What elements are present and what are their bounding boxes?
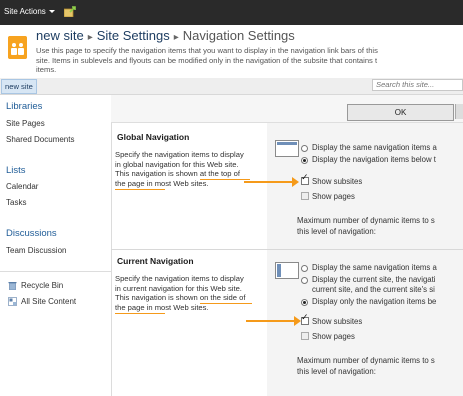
global-show-subsites-label: Show subsites — [312, 177, 363, 186]
current-nav-current-label: Display the current site, the navigati — [312, 275, 436, 284]
page-description-line: items. — [36, 65, 57, 74]
global-show-subsites-checkbox[interactable] — [301, 173, 309, 185]
current-max-items-text: Maximum number of dynamic items to s — [297, 356, 435, 365]
nav-heading-discussions[interactable]: Discussions — [6, 228, 57, 239]
ribbon-bar: Site Actions — [0, 0, 463, 25]
global-nav-below-label: Display the navigation items below t — [312, 155, 436, 164]
current-show-pages-checkbox[interactable] — [301, 332, 309, 340]
side-nav-sample-icon — [275, 262, 299, 279]
breadcrumb-separator: ▸ — [173, 32, 179, 43]
page-description: Use this page to specify the navigation … — [36, 46, 460, 75]
global-nav-same-radio[interactable] — [301, 145, 308, 152]
global-navigation-section: Global Navigation Specify the navigation… — [111, 123, 463, 249]
current-nav-current-label: current site, and the current site's si — [312, 285, 435, 294]
current-nav-title: Current Navigation — [117, 256, 194, 266]
page-description-line: Use this page to specify the navigation … — [36, 46, 378, 55]
global-show-pages-label: Show pages — [312, 192, 355, 201]
callout-arrow — [244, 177, 299, 187]
current-show-subsites-checkbox[interactable] — [301, 313, 309, 325]
current-nav-same-radio[interactable] — [301, 265, 308, 272]
current-nav-same-label: Display the same navigation items a — [312, 263, 437, 272]
page-description-line: site. Items in sublevels and flyouts can… — [36, 55, 378, 65]
global-nav-title: Global Navigation — [117, 132, 190, 142]
breadcrumb: new site ▸ Site Settings ▸ Navigation Settin… — [36, 28, 295, 43]
current-nav-only-radio[interactable] — [301, 299, 308, 306]
nav-item-calendar[interactable]: Calendar — [6, 182, 38, 191]
nav-heading-libraries[interactable]: Libraries — [6, 101, 42, 112]
page-header: new site ▸ Site Settings ▸ Navigation Settin… — [0, 25, 463, 77]
nav-item-shared-documents[interactable]: Shared Documents — [6, 135, 74, 144]
nav-item-team-discussion[interactable]: Team Discussion — [6, 246, 66, 255]
nav-item-all-site-content[interactable]: All Site Content — [21, 297, 76, 306]
nav-item-recycle-bin[interactable]: Recycle Bin — [21, 281, 63, 290]
ok-button[interactable]: OK — [347, 104, 454, 121]
current-max-items-text: this level of navigation: — [297, 367, 376, 376]
quick-launch: Libraries Site Pages Shared Documents Li… — [0, 95, 112, 396]
callout-arrow — [246, 316, 301, 326]
global-max-items-text: Maximum number of dynamic items to s — [297, 216, 435, 225]
recycle-bin-icon — [8, 282, 17, 290]
current-nav-description: Specify the navigation items to display … — [115, 274, 246, 312]
nav-heading-lists[interactable]: Lists — [6, 165, 26, 176]
highlight-underline — [200, 179, 250, 180]
current-nav-only-label: Display only the navigation items be — [312, 297, 437, 306]
site-actions-menu[interactable]: Site Actions — [4, 7, 55, 16]
breadcrumb-site-link[interactable]: new site — [36, 28, 84, 43]
button-bar: OK — [111, 95, 463, 123]
cancel-button-edge[interactable] — [455, 104, 463, 119]
global-nav-same-label: Display the same navigation items a — [312, 143, 437, 152]
nav-item-site-pages[interactable]: Site Pages — [6, 119, 45, 128]
main-content: OK Global Navigation Specify the navigat… — [111, 95, 463, 396]
chevron-down-icon — [48, 10, 55, 14]
breadcrumb-separator: ▸ — [87, 32, 93, 43]
breadcrumb-site-settings-link[interactable]: Site Settings — [97, 28, 170, 43]
top-nav-sample-icon — [275, 140, 299, 157]
highlight-underline — [200, 303, 252, 304]
current-nav-current-radio[interactable] — [301, 277, 308, 284]
search-input[interactable] — [372, 79, 463, 91]
navigate-up-icon[interactable] — [64, 6, 76, 17]
global-nav-description: Specify the navigation items to display … — [115, 150, 244, 188]
top-link-bar: new site — [0, 78, 463, 95]
all-site-content-icon — [8, 297, 17, 306]
global-nav-below-radio[interactable] — [301, 157, 308, 164]
highlight-underline — [115, 313, 165, 314]
global-show-pages-checkbox[interactable] — [301, 192, 309, 200]
nav-divider — [0, 271, 111, 272]
global-max-items-text: this level of navigation: — [297, 227, 376, 236]
page-title: Navigation Settings — [182, 28, 295, 43]
highlight-underline — [115, 189, 165, 190]
current-show-subsites-label: Show subsites — [312, 317, 363, 326]
site-actions-label: Site Actions — [4, 7, 46, 16]
nav-item-tasks[interactable]: Tasks — [6, 198, 26, 207]
tab-new-site[interactable]: new site — [1, 79, 37, 94]
current-navigation-section: Current Navigation Specify the navigatio… — [111, 250, 463, 396]
current-show-pages-label: Show pages — [312, 332, 355, 341]
site-logo-icon — [8, 36, 27, 59]
